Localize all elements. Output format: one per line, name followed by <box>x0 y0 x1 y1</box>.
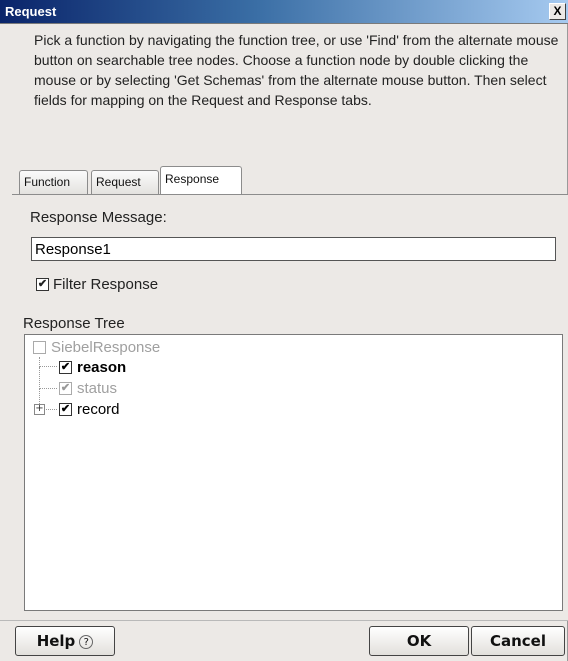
help-icon: ? <box>79 635 94 649</box>
response-tree-label: Response Tree <box>23 315 125 332</box>
tree-node-label: reason <box>77 358 127 376</box>
help-button-label: Help <box>36 632 76 650</box>
tree-node-record[interactable]: ✔ record <box>59 399 120 419</box>
response-message-input[interactable] <box>31 237 556 261</box>
close-button[interactable]: X <box>549 3 566 20</box>
response-tree[interactable]: SiebelResponse ✔ reason ✔ status + ✔ rec… <box>24 334 563 611</box>
help-button[interactable]: Help? <box>15 626 115 656</box>
response-message-label: Response Message: <box>30 209 167 226</box>
window-title: Request <box>5 4 57 19</box>
tree-connector <box>39 357 57 367</box>
tree-node-siebelresponse[interactable]: SiebelResponse <box>33 337 160 357</box>
instructions-text: Pick a function by navigating the functi… <box>34 32 559 108</box>
checkbox-unchecked-icon[interactable] <box>33 340 46 354</box>
title-bar[interactable]: Request X <box>0 0 568 24</box>
filter-response-checkbox[interactable]: ✔ Filter Response <box>36 274 158 294</box>
request-dialog: Request X Pick a function by navigating … <box>0 0 568 661</box>
checkbox-checked-icon[interactable]: ✔ <box>59 402 72 416</box>
tab-function[interactable]: Function <box>19 170 88 194</box>
tree-node-label: record <box>77 400 120 418</box>
filter-response-label: Filter Response <box>53 275 159 293</box>
tree-node-label: status <box>77 379 118 397</box>
tree-node-label: SiebelResponse <box>51 338 161 356</box>
checkbox-checked-icon[interactable]: ✔ <box>36 277 49 291</box>
tree-node-reason[interactable]: ✔ reason <box>59 357 126 377</box>
footer-divider <box>0 620 568 621</box>
ok-button[interactable]: OK <box>369 626 469 656</box>
checkbox-checked-icon[interactable]: ✔ <box>59 381 72 395</box>
cancel-button[interactable]: Cancel <box>471 626 565 656</box>
tab-request[interactable]: Request <box>91 170 159 194</box>
expand-plus-icon[interactable]: + <box>34 404 45 415</box>
tree-connector <box>39 367 57 389</box>
tree-node-status[interactable]: ✔ status <box>59 378 117 398</box>
checkbox-checked-icon[interactable]: ✔ <box>59 360 72 374</box>
tab-response[interactable]: Response <box>160 166 242 194</box>
